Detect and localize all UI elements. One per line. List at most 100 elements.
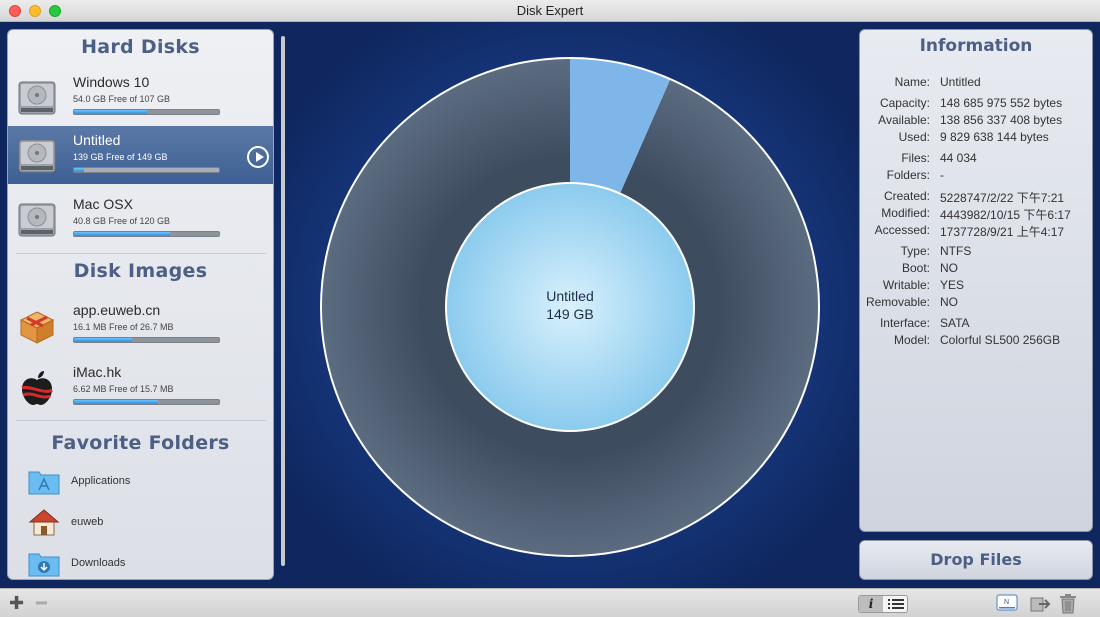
export-icon[interactable] (1030, 595, 1052, 613)
info-key: Removable: (865, 295, 930, 309)
info-key: Modified: (881, 206, 930, 220)
info-key: Boot: (901, 261, 930, 275)
sidebar-scrollbar[interactable] (281, 36, 285, 566)
disk-name: Windows 10 (73, 74, 150, 90)
disk-usage-bar (73, 231, 220, 237)
zoom-window-button[interactable] (49, 5, 61, 17)
disk-name: Untitled (73, 132, 121, 148)
favorite-folder-label: Downloads (71, 557, 126, 569)
info-value: - (940, 168, 944, 182)
info-row: Used: 9 829 638 144 bytes (860, 130, 1092, 146)
disk-free-space: 16.1 MB Free of 26.7 MB (73, 322, 174, 332)
svg-text:N: N (1004, 599, 1009, 606)
favorite-folder-euweb[interactable]: euweb (8, 503, 273, 543)
info-row: Capacity: 148 685 975 552 bytes (860, 96, 1092, 112)
info-row: Removable: NO (860, 295, 1092, 311)
hard-disks-heading: Hard Disks (81, 36, 200, 58)
disk-row-mac-osx[interactable]: Mac OSX 40.8 GB Free of 120 GB (8, 190, 273, 248)
disk-free-space: 139 GB Free of 149 GB (73, 152, 168, 162)
info-key: Writable: (882, 278, 930, 292)
hard-disk-icon (18, 203, 56, 237)
disk-row-windows-10[interactable]: Windows 10 54.0 GB Free of 107 GB (8, 68, 273, 126)
applications-folder-icon (28, 471, 60, 495)
close-window-button[interactable] (9, 5, 21, 17)
info-value: SATA (940, 316, 970, 330)
trash-icon[interactable] (1058, 593, 1078, 614)
apple-logo-icon (21, 371, 53, 405)
disk-usage-bar (73, 109, 220, 115)
section-divider (16, 420, 266, 421)
disk-usage-bar (73, 399, 220, 405)
info-row: Modified: 4443982/10/15 下午6:17 (860, 206, 1092, 222)
hard-disk-icon (18, 81, 56, 115)
favorite-folder-applications[interactable]: Applications (8, 462, 273, 502)
disk-row-untitled[interactable]: Untitled 139 GB Free of 149 GB (8, 126, 273, 184)
info-value: Colorful SL500 256GB (940, 333, 1061, 347)
list-view-icon[interactable] (884, 596, 908, 612)
information-heading: Information (919, 36, 1033, 56)
info-value: 5228747/2/22 下午7:21 (940, 191, 1065, 205)
info-row: Model: Colorful SL500 256GB (860, 333, 1092, 349)
information-panel: Information Name: Untitled Capacity: 148 68… (859, 29, 1093, 532)
info-row: Name: Untitled (860, 75, 1092, 91)
main-area: Hard Disks Windows 10 54.0 GB Free of 10… (0, 22, 1100, 588)
info-key: Name: (894, 75, 930, 89)
info-row: Folders: - (860, 168, 1092, 184)
info-row: Boot: NO (860, 261, 1092, 277)
bottom-toolbar: ✚ ━ i N (0, 588, 1100, 617)
info-key: Capacity: (879, 96, 930, 110)
info-key: Folders: (886, 168, 930, 182)
info-key: Created: (883, 189, 930, 203)
info-key: Accessed: (874, 223, 930, 237)
chart-disk-size: 149 GB (546, 306, 594, 322)
favorite-folder-downloads[interactable]: Downloads (8, 544, 273, 579)
view-mode-segmented-control[interactable]: i (858, 595, 908, 613)
title-bar: Disk Expert (0, 0, 1100, 22)
favorite-folders-heading: Favorite Folders (51, 432, 230, 454)
disk-free-space: 54.0 GB Free of 107 GB (73, 94, 171, 104)
info-value: 1737728/9/21 上午4:17 (940, 225, 1065, 239)
info-row: Type: NTFS (860, 244, 1092, 260)
info-row: Available: 138 856 337 408 bytes (860, 113, 1092, 129)
info-value: NO (940, 261, 958, 275)
info-key: Model: (893, 333, 930, 347)
play-icon[interactable] (247, 146, 269, 168)
info-row: Accessed: 1737728/9/21 上午4:17 (860, 223, 1092, 239)
disk-name: Mac OSX (73, 196, 133, 212)
info-value: NO (940, 295, 958, 309)
info-value: NTFS (940, 244, 972, 258)
disk-image-name: iMac.hk (73, 364, 122, 380)
disk-images-heading: Disk Images (73, 260, 208, 282)
section-divider (16, 253, 266, 254)
info-view-icon[interactable]: i (859, 596, 883, 612)
remove-icon[interactable]: ━ (36, 594, 47, 612)
info-value: 148 685 975 552 bytes (940, 96, 1063, 110)
info-value: 138 856 337 408 bytes (940, 113, 1063, 127)
info-value: YES (940, 278, 965, 292)
info-row: Files: 44 034 (860, 151, 1092, 167)
info-key: Interface: (879, 316, 930, 330)
disk-free-space: 40.8 GB Free of 120 GB (73, 216, 171, 226)
home-folder-icon (28, 509, 60, 536)
info-row: Interface: SATA (860, 316, 1092, 332)
info-value: Untitled (940, 75, 981, 89)
favorite-folder-label: euweb (71, 516, 104, 528)
add-icon[interactable]: ✚ (9, 594, 24, 612)
window-title: Disk Expert (516, 3, 584, 18)
info-value: 4443982/10/15 下午6:17 (940, 208, 1071, 222)
disk-free-space: 6.62 MB Free of 15.7 MB (73, 384, 174, 394)
rename-icon[interactable]: N (995, 594, 1019, 613)
info-value: 9 829 638 144 bytes (940, 130, 1049, 144)
info-key: Used: (898, 130, 930, 144)
disk-image-name: app.euweb.cn (73, 302, 161, 318)
minimize-window-button[interactable] (29, 5, 41, 17)
info-key: Files: (901, 151, 930, 165)
disk-image-row-app-euweb[interactable]: app.euweb.cn 16.1 MB Free of 26.7 MB (8, 296, 273, 354)
info-key: Available: (878, 113, 930, 127)
disk-usage-bar (73, 167, 220, 173)
info-value: 44 034 (940, 151, 977, 165)
chart-disk-name: Untitled (546, 288, 594, 304)
disk-image-row-imac-hk[interactable]: iMac.hk 6.62 MB Free of 15.7 MB (8, 358, 273, 416)
chart-center-label: Untitled 149 GB (470, 287, 670, 323)
drop-files-area[interactable]: Drop Files (859, 540, 1093, 580)
